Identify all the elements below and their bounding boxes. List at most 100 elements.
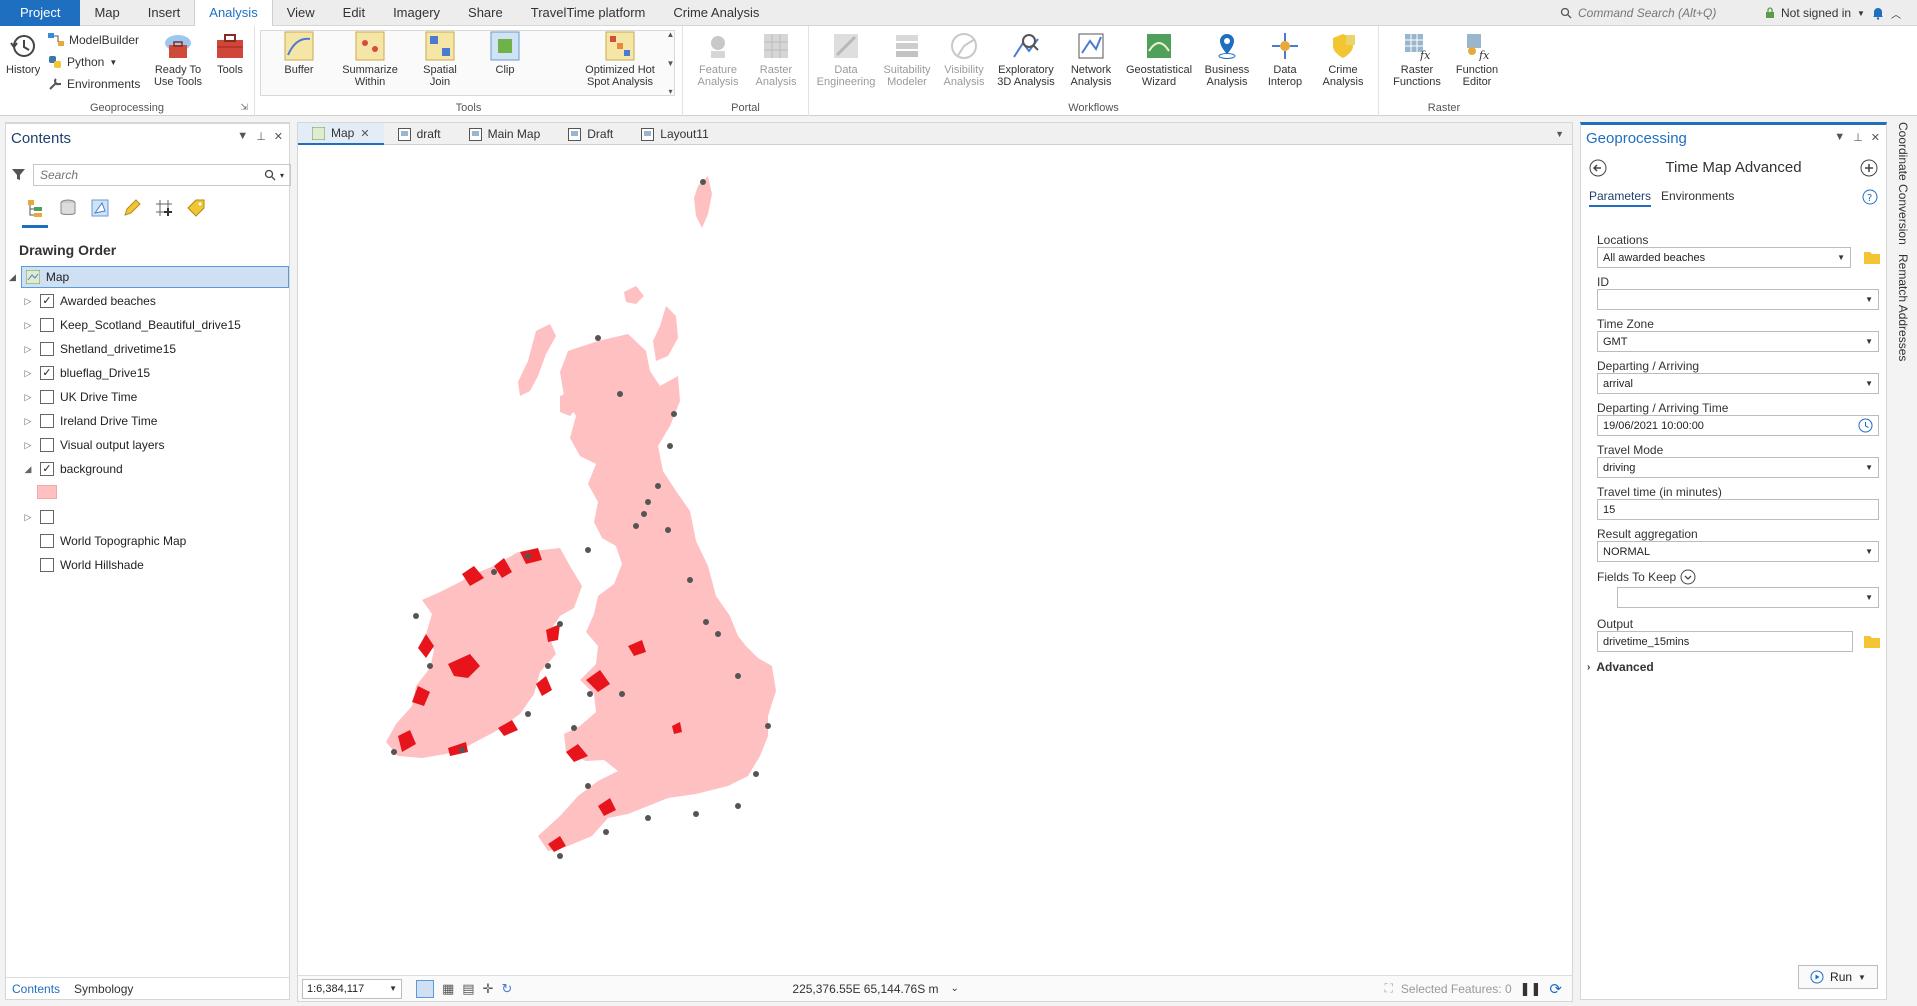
suitability-modeler-button[interactable]: Suitability Modeler (879, 30, 935, 88)
history-button[interactable]: History (6, 30, 40, 76)
background-symbol-swatch[interactable] (37, 485, 57, 499)
close-icon[interactable]: ✕ (1871, 131, 1880, 144)
chevron-down-icon[interactable]: ▾ (280, 171, 284, 180)
chevron-up-icon[interactable]: ▲ (664, 30, 677, 39)
contents-search[interactable]: ▾ (33, 164, 291, 186)
data-interop-button[interactable]: Data Interop (1261, 30, 1309, 88)
rotate-icon[interactable]: ↻ (502, 981, 513, 997)
collapse-triangle-icon[interactable]: ◢ (9, 272, 19, 283)
close-icon[interactable]: ✕ (274, 130, 283, 143)
navigate-icon[interactable]: ✛ (483, 981, 494, 997)
buffer-button[interactable]: Buffer (275, 30, 323, 76)
layer-row[interactable]: ▷ Keep_Scotland_Beautiful_drive15 (6, 314, 289, 336)
dep-arr-dropdown[interactable]: arrival ▼ (1597, 373, 1879, 394)
tab-traveltime-platform[interactable]: TravelTime platform (517, 0, 660, 26)
table-icon[interactable]: ▤ (462, 981, 474, 997)
tab-main-map-layout[interactable]: Main Map (455, 123, 555, 145)
layer-row[interactable]: ▷ Shetland_drivetime15 (6, 338, 289, 360)
travel-mode-dropdown[interactable]: driving ▼ (1597, 457, 1879, 478)
selection-icon[interactable] (90, 198, 110, 218)
crime-analysis-button[interactable]: Crime Analysis (1315, 30, 1371, 88)
expand-triangle-icon[interactable]: ▷ (22, 416, 34, 427)
tab-project[interactable]: Project (0, 0, 81, 26)
layer-visibility-checkbox[interactable]: ✓ (40, 294, 54, 308)
fixed-zoom-icon[interactable] (416, 979, 434, 998)
refresh-icon[interactable]: ⟳ (1549, 980, 1562, 998)
exploratory-3d-analysis-button[interactable]: Exploratory 3D Analysis (994, 30, 1058, 88)
pin-icon[interactable]: ⊥ (1853, 131, 1863, 144)
id-dropdown[interactable]: ▼ (1597, 289, 1879, 310)
business-analysis-button[interactable]: Business Analysis (1199, 30, 1255, 88)
tab-view[interactable]: View (273, 0, 329, 26)
travel-time-input[interactable]: 15 (1597, 499, 1879, 520)
tab-draft-layout[interactable]: draft (384, 123, 455, 145)
tab-layout11[interactable]: Layout11 (627, 123, 723, 145)
modelbuilder-button[interactable]: ModelBuilder (48, 30, 139, 50)
layer-row[interactable]: ▷ Ireland Drive Time (6, 410, 289, 432)
python-button[interactable]: Python ▼ (48, 52, 117, 72)
locations-dropdown[interactable]: All awarded beaches ▼ (1597, 247, 1851, 268)
folder-icon[interactable] (1864, 250, 1880, 264)
command-search[interactable]: Command Search (Alt+Q) (1560, 3, 1740, 23)
timezone-dropdown[interactable]: GMT ▼ (1597, 331, 1879, 352)
map-canvas[interactable] (298, 146, 1572, 976)
layer-row[interactable]: ▷ (6, 506, 289, 528)
expand-triangle-icon[interactable]: ▷ (22, 344, 34, 355)
layer-visibility-checkbox[interactable] (40, 390, 54, 404)
layer-visibility-checkbox[interactable] (40, 558, 54, 572)
visibility-analysis-button[interactable]: Visibility Analysis (939, 30, 989, 88)
gallery-expand-icon[interactable]: ▾ (664, 87, 677, 96)
tab-contents[interactable]: Contents (12, 982, 60, 996)
pin-icon[interactable]: ⊥ (256, 130, 266, 143)
layer-visibility-checkbox[interactable] (40, 318, 54, 332)
layer-visibility-checkbox[interactable] (40, 534, 54, 548)
tab-share[interactable]: Share (454, 0, 517, 26)
layer-row[interactable]: ◢ ✓ background (6, 458, 289, 480)
map-root-row[interactable]: ◢ Map (6, 266, 289, 288)
filter-icon[interactable] (12, 168, 25, 181)
layer-visibility-checkbox[interactable] (40, 510, 54, 524)
add-icon[interactable] (1860, 159, 1878, 177)
labeling-icon[interactable] (186, 198, 206, 218)
tab-imagery[interactable]: Imagery (379, 0, 454, 26)
optimized-hot-spot-button[interactable]: Optimized Hot Spot Analysis (581, 30, 659, 88)
tab-overflow-icon[interactable]: ▼ (1555, 123, 1564, 144)
expand-triangle-icon[interactable]: ▷ (22, 320, 34, 331)
expand-triangle-icon[interactable]: ▷ (22, 296, 34, 307)
geostatistical-wizard-button[interactable]: Geostatistical Wizard (1123, 30, 1195, 88)
layer-row[interactable]: ▷ ✓ Awarded beaches (6, 290, 289, 312)
advanced-section-toggle[interactable]: › Advanced (1587, 660, 1654, 674)
clock-icon[interactable] (1858, 418, 1873, 433)
chevron-down-icon[interactable]: ▼ (664, 59, 677, 68)
close-icon[interactable]: ✕ (360, 127, 369, 140)
basemap-row[interactable]: World Hillshade (6, 554, 289, 576)
tab-draft2-layout[interactable]: Draft (554, 123, 627, 145)
environments-button[interactable]: Environments (48, 74, 140, 94)
data-source-icon[interactable] (58, 198, 78, 218)
coordinates-readout[interactable]: 225,376.55E 65,144.76S m ⌄ (792, 982, 959, 996)
tab-map[interactable]: Map (80, 0, 133, 26)
layer-row[interactable]: ▷ ✓ blueflag_Drive15 (6, 362, 289, 384)
run-button[interactable]: Run ▼ (1798, 965, 1878, 989)
signin-status[interactable]: Not signed in ▼ ︿ (1765, 3, 1901, 23)
tab-insert[interactable]: Insert (134, 0, 195, 26)
function-editor-button[interactable]: fx Function Editor (1449, 30, 1505, 88)
map-root-item[interactable]: Map (20, 266, 289, 288)
contents-search-input[interactable] (40, 168, 250, 182)
tab-edit[interactable]: Edit (329, 0, 379, 26)
collapse-ribbon-icon[interactable]: ︿ (1891, 6, 1901, 21)
tab-analysis[interactable]: Analysis (194, 0, 273, 27)
help-icon[interactable]: ? (1862, 189, 1878, 205)
tools-button[interactable]: Tools (214, 30, 246, 76)
chevron-circle-icon[interactable] (1680, 569, 1696, 585)
layer-row[interactable]: ▷ Visual output layers (6, 434, 289, 456)
layer-visibility-checkbox[interactable] (40, 438, 54, 452)
tab-symbology[interactable]: Symbology (74, 982, 133, 996)
expand-triangle-icon[interactable]: ▷ (22, 440, 34, 451)
pause-icon[interactable]: ❚❚ (1520, 981, 1542, 997)
result-agg-dropdown[interactable]: NORMAL ▼ (1597, 541, 1879, 562)
gallery-scroll[interactable]: ▲ ▼ ▾ (664, 30, 677, 96)
panel-options-icon[interactable]: ▼ (1834, 131, 1845, 144)
snapping-icon[interactable] (154, 198, 174, 218)
layer-visibility-checkbox[interactable] (40, 414, 54, 428)
